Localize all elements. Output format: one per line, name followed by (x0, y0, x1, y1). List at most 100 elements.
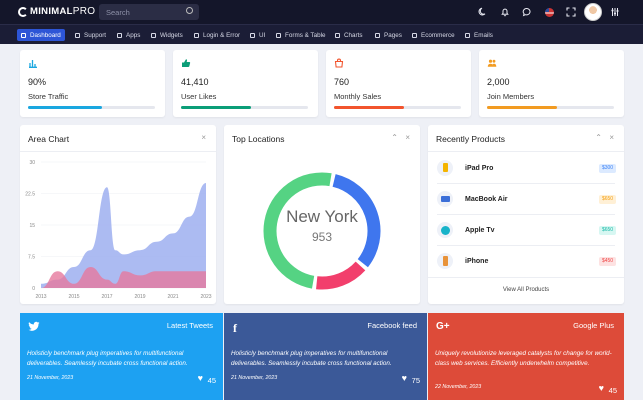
search-input[interactable]: Search (99, 4, 199, 20)
headset-icon (75, 32, 80, 38)
social-title: Latest Tweets (166, 321, 213, 330)
lock-icon (194, 32, 199, 38)
nav-login-error[interactable]: Login & Error (190, 29, 244, 41)
nav-label: UI (259, 31, 266, 39)
nav-apps[interactable]: Apps (113, 29, 144, 41)
recent-products-title: Recently Products (436, 134, 505, 144)
social-date: 22 November, 2023 (435, 384, 482, 390)
iphone-icon (437, 253, 453, 269)
close-icon[interactable]: × (609, 133, 614, 142)
widgets-icon (151, 32, 156, 38)
product-name: iPad Pro (465, 165, 494, 172)
nav-pages[interactable]: Pages (371, 29, 406, 41)
main-nav: Dashboard Support Apps Widgets Login & E… (0, 24, 643, 44)
y-tick-label: 0 (32, 286, 35, 292)
stat-value: 90% (28, 77, 47, 87)
donut-segment-2 (316, 261, 366, 290)
progress-fill (28, 106, 102, 109)
chevron-up-icon[interactable]: ⌃ (595, 133, 602, 142)
dark-mode-icon[interactable] (478, 7, 488, 17)
area-chart-card: Area Chart × 0 7.5 15 22.5 30 2013 2015 2017 201… (20, 125, 216, 304)
like-count: 45 (608, 386, 617, 395)
divider (428, 277, 624, 278)
y-tick-label: 22.5 (25, 192, 35, 198)
recent-products-card: Recently Products ⌃ × iPad Pro $300 MacB… (428, 125, 624, 304)
y-tick-label: 7.5 (28, 255, 35, 261)
divider (437, 245, 615, 246)
stat-card-monthly-sales: 760 Monthly Sales (326, 50, 471, 117)
product-price: $300 (599, 164, 616, 173)
mail-icon (465, 32, 470, 38)
y-tick-label: 15 (29, 223, 35, 229)
google-plus-icon[interactable]: G+ (436, 321, 450, 332)
social-date: 21 November, 2023 (231, 375, 278, 381)
donut-center-label: New York (286, 207, 358, 226)
us-flag-icon[interactable] (545, 8, 554, 17)
divider (428, 151, 624, 152)
search-icon[interactable] (186, 7, 193, 14)
pages-icon (375, 32, 380, 38)
nav-label: Pages (384, 31, 402, 39)
macbook-icon (437, 191, 453, 207)
social-text: Holisticly benchmark plug imperatives fo… (27, 350, 188, 367)
facebook-icon[interactable]: f (233, 321, 237, 336)
stat-value: 760 (334, 77, 350, 87)
stat-value: 2,000 (487, 77, 510, 87)
social-text: Holisticly benchmark plug imperatives fo… (231, 350, 392, 367)
google-plus-card: G+ Google Plus Uniquely revolutionize le… (428, 313, 624, 400)
nav-support[interactable]: Support (71, 29, 110, 41)
bell-icon[interactable] (500, 7, 510, 17)
nav-ui[interactable]: UI (246, 29, 269, 41)
nav-label: Dashboard (30, 31, 61, 39)
stat-label: User Likes (181, 92, 217, 101)
nav-label: Widgets (160, 31, 183, 39)
bar-chart-icon (29, 60, 37, 68)
top-bar: MINIMAL PRO Search (0, 0, 643, 24)
x-tick-label: 2017 (101, 294, 112, 300)
stat-label: Store Traffic (28, 92, 69, 101)
progress-bar (487, 106, 614, 109)
heart-icon[interactable]: ♥ (402, 373, 407, 383)
apps-icon (117, 32, 122, 38)
social-title: Google Plus (573, 321, 614, 330)
product-name: MacBook Air (465, 196, 508, 203)
settings-sliders-icon[interactable] (610, 7, 620, 17)
nav-charts[interactable]: Charts (331, 29, 367, 41)
nav-emails[interactable]: Emails (461, 29, 497, 41)
heart-icon[interactable]: ♥ (599, 383, 604, 393)
nav-label: Apps (126, 31, 141, 39)
nav-label: Support (84, 31, 107, 39)
logo[interactable]: MINIMAL PRO (18, 6, 95, 17)
chart-icon (335, 32, 340, 38)
nav-forms-table[interactable]: Forms & Table (272, 29, 329, 41)
heart-icon[interactable]: ♥ (198, 373, 203, 383)
stat-value: 41,410 (181, 77, 209, 87)
view-all-products-link[interactable]: View All Products (428, 287, 624, 293)
nav-widgets[interactable]: Widgets (147, 29, 187, 41)
progress-fill (181, 106, 251, 109)
nav-label: Login & Error (203, 31, 241, 39)
product-name: iPhone (465, 258, 489, 265)
progress-bar (334, 106, 461, 109)
like-count: 45 (207, 376, 216, 385)
facebook-card: f Facebook feed Holisticly benchmark plu… (224, 313, 427, 400)
x-tick-label: 2015 (68, 294, 79, 300)
thumbs-up-icon (182, 59, 191, 67)
nav-dashboard[interactable]: Dashboard (17, 29, 65, 41)
progress-bar (181, 106, 308, 109)
progress-bar (28, 106, 155, 109)
cart-icon (412, 32, 417, 38)
nav-label: Ecommerce (421, 31, 455, 39)
nav-label: Forms & Table (285, 31, 326, 39)
nav-label: Charts (344, 31, 363, 39)
fullscreen-icon[interactable] (566, 7, 576, 17)
like-count: 75 (411, 376, 420, 385)
twitter-icon[interactable] (28, 321, 40, 332)
dashboard-icon (21, 32, 26, 38)
area-chart: 0 7.5 15 22.5 30 2013 2015 2017 2019 2021 2023 (25, 160, 212, 300)
product-price: $650 (599, 226, 616, 235)
x-tick-label: 2021 (167, 294, 178, 300)
nav-ecommerce[interactable]: Ecommerce (408, 29, 459, 41)
chat-icon[interactable] (522, 7, 532, 17)
avatar[interactable] (584, 3, 602, 21)
